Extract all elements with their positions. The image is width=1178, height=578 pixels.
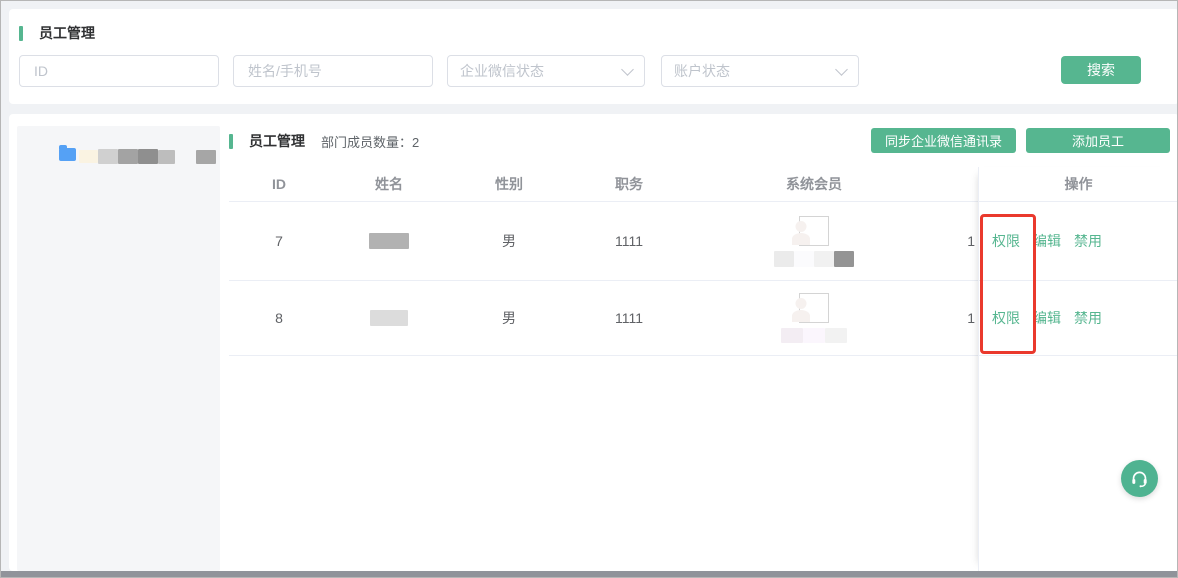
search-button[interactable]: 搜索 [1061, 56, 1141, 84]
redacted-member-name [774, 251, 854, 267]
folder-icon [59, 148, 76, 161]
account-status-select[interactable]: 账户状态 [661, 55, 859, 87]
col-header-id: ID [229, 176, 329, 192]
horizontal-scrollbar[interactable] [1, 571, 1177, 577]
wechat-status-placeholder: 企业微信状态 [460, 61, 544, 81]
title-accent-bar [19, 26, 23, 41]
permission-link[interactable]: 权限 [992, 231, 1020, 251]
name-field-wrap [233, 55, 433, 87]
cell-clipped-value: 1 [939, 233, 978, 249]
wechat-status-select[interactable]: 企业微信状态 [447, 55, 645, 87]
sync-wechat-contacts-button[interactable]: 同步企业微信通讯录 [871, 128, 1016, 153]
cell-name-redacted [329, 233, 449, 249]
chevron-down-icon [621, 63, 634, 76]
cell-system-member [689, 293, 939, 343]
add-employee-button[interactable]: 添加员工 [1026, 128, 1170, 153]
member-avatar[interactable] [799, 293, 829, 323]
col-header-gender: 性别 [449, 174, 569, 194]
id-field-wrap [19, 55, 219, 87]
filter-panel-title: 员工管理 [19, 23, 95, 43]
col-header-operations: 操作 [978, 174, 1178, 194]
cell-position: 1111 [569, 310, 689, 326]
account-status-placeholder: 账户状态 [674, 61, 730, 81]
redacted-text [79, 150, 98, 163]
member-avatar[interactable] [799, 216, 829, 246]
table-header-row: ID 姓名 性别 职务 系统会员 操作 [229, 167, 1178, 202]
redacted-member-name [781, 328, 847, 343]
list-section-header: 员工管理 部门成员数量：2 [229, 131, 419, 151]
chevron-down-icon [835, 63, 848, 76]
cell-operations: 权限 编辑 禁用 [978, 308, 1178, 328]
redacted-text [118, 149, 138, 164]
col-header-position: 职务 [569, 174, 689, 194]
cell-system-member [689, 216, 939, 267]
cell-id: 8 [229, 310, 329, 326]
customer-service-button[interactable] [1121, 460, 1158, 497]
employee-list-panel: 员工管理 部门成员数量：2 同步企业微信通讯录 添加员工 ID 姓名 性别 职务… [9, 114, 1178, 571]
table-row: 8 男 1111 1 权限 编辑 禁 [229, 281, 1178, 356]
list-title: 员工管理 [249, 131, 305, 151]
cell-clipped-value: 1 [939, 310, 978, 326]
filter-panel: 员工管理 企业微信状态 账户状态 搜索 [9, 9, 1178, 104]
permission-link[interactable]: 权限 [992, 308, 1020, 328]
col-header-name: 姓名 [329, 174, 449, 194]
headset-icon [1129, 468, 1150, 489]
cell-gender: 男 [449, 308, 569, 328]
id-input[interactable] [32, 62, 206, 80]
employee-management-page: 员工管理 企业微信状态 账户状态 搜索 [0, 0, 1178, 578]
col-header-member: 系统会员 [689, 174, 939, 194]
table-row: 7 男 1111 1 权限 编 [229, 202, 1178, 281]
name-phone-input[interactable] [246, 62, 420, 80]
redacted-text [138, 149, 158, 164]
redacted-text [370, 310, 408, 326]
cell-position: 1111 [569, 233, 689, 249]
employee-table: ID 姓名 性别 职务 系统会员 操作 7 男 1111 [229, 167, 1178, 356]
cell-name-redacted [329, 310, 449, 326]
cell-id: 7 [229, 233, 329, 249]
cell-gender: 男 [449, 231, 569, 251]
edit-link[interactable]: 编辑 [1033, 231, 1061, 251]
title-accent-bar [229, 134, 233, 149]
disable-link[interactable]: 禁用 [1074, 231, 1102, 251]
disable-link[interactable]: 禁用 [1074, 308, 1102, 328]
cell-operations: 权限 编辑 禁用 [978, 231, 1178, 251]
redacted-text [98, 149, 118, 164]
redacted-text [158, 150, 175, 164]
redacted-text [369, 233, 409, 249]
edit-link[interactable]: 编辑 [1033, 308, 1061, 328]
page-title: 员工管理 [39, 23, 95, 43]
redacted-text [196, 150, 216, 164]
department-tree-sidebar[interactable] [17, 126, 220, 571]
member-count-label: 部门成员数量：2 [321, 132, 419, 151]
